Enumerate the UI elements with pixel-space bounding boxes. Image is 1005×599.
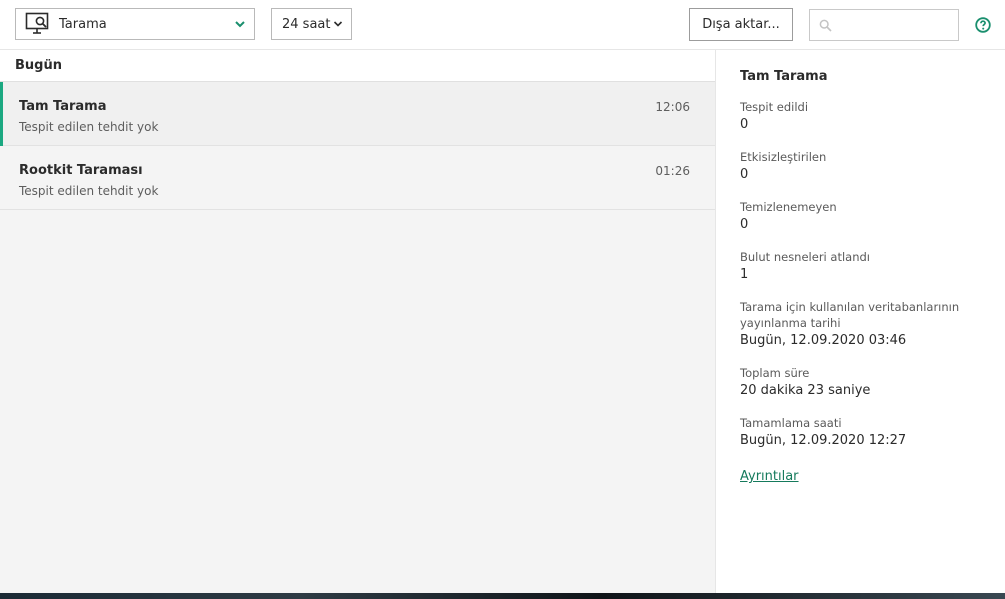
detail-field: Tespit edildi 0	[740, 99, 981, 135]
section-header-today: Bugün	[0, 50, 715, 82]
details-title: Tam Tarama	[740, 69, 828, 84]
detail-label: Temizlenemeyen	[740, 200, 837, 214]
item-title: Rootkit Taraması	[19, 163, 143, 178]
monitor-search-icon	[25, 12, 49, 34]
detail-label: Tarama için kullanılan veritabanlarının …	[740, 300, 960, 330]
detail-value: 0	[740, 167, 749, 182]
report-type-label: Tarama	[59, 16, 107, 32]
chevron-down-icon	[333, 21, 343, 27]
detail-value: Bugün, 12.09.2020 03:46	[740, 333, 907, 348]
detail-value: 1	[740, 267, 749, 282]
detail-field: Toplam süre 20 dakika 23 saniye	[740, 365, 981, 401]
desktop-background-strip	[0, 593, 1005, 599]
item-time: 12:06	[655, 100, 690, 114]
item-subtitle: Tespit edilen tehdit yok	[19, 120, 159, 134]
detail-value: 0	[740, 217, 749, 232]
details-link[interactable]: Ayrıntılar	[740, 469, 799, 484]
search-input[interactable]	[838, 14, 953, 36]
detail-field: Tamamlama saati Bugün, 12.09.2020 12:27	[740, 415, 981, 451]
period-select[interactable]: 24 saat	[271, 8, 352, 40]
item-subtitle: Tespit edilen tehdit yok	[19, 184, 159, 198]
detail-value: 20 dakika 23 saniye	[740, 383, 871, 398]
item-time: 01:26	[655, 164, 690, 178]
period-label: 24 saat	[282, 16, 331, 32]
list-item[interactable]: Tam Tarama Tespit edilen tehdit yok 12:0…	[0, 82, 715, 146]
detail-field: Tarama için kullanılan veritabanlarının …	[740, 299, 981, 351]
history-list-panel: Bugün Tam Tarama Tespit edilen tehdit yo…	[0, 50, 715, 593]
help-icon[interactable]	[975, 17, 991, 33]
details-panel: Tam Tarama Tespit edildi 0 Etkisizleştir…	[715, 50, 1005, 593]
detail-field: Bulut nesneleri atlandı 1	[740, 249, 981, 285]
search-icon	[819, 19, 832, 32]
chevron-down-icon	[235, 21, 245, 28]
detail-field: Etkisizleştirilen 0	[740, 149, 981, 185]
detail-label: Tamamlama saati	[740, 416, 842, 430]
detail-label: Etkisizleştirilen	[740, 150, 827, 164]
detail-field: Temizlenemeyen 0	[740, 199, 981, 235]
list-item[interactable]: Rootkit Taraması Tespit edilen tehdit yo…	[0, 146, 715, 210]
item-title: Tam Tarama	[19, 99, 107, 114]
detail-value: Bugün, 12.09.2020 12:27	[740, 433, 907, 448]
export-button[interactable]: Dışa aktar...	[689, 8, 793, 41]
detail-label: Toplam süre	[740, 366, 810, 380]
detail-label: Tespit edildi	[740, 100, 809, 114]
toolbar: Tarama 24 saat Dışa aktar...	[0, 0, 1005, 50]
report-type-select[interactable]: Tarama	[15, 8, 255, 40]
detail-label: Bulut nesneleri atlandı	[740, 250, 870, 264]
detail-value: 0	[740, 117, 749, 132]
search-box[interactable]	[809, 9, 959, 41]
